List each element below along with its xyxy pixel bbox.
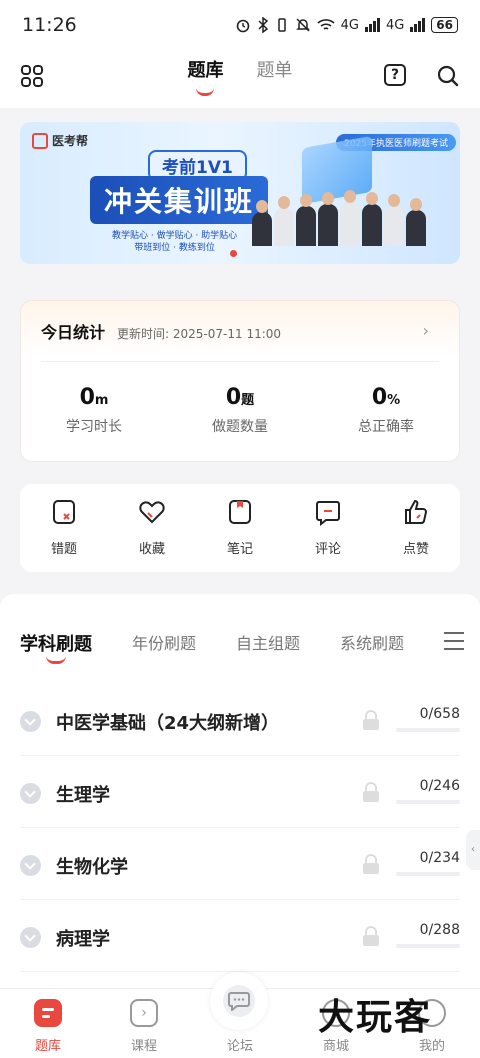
- shortcut-comments[interactable]: 评论: [284, 484, 372, 572]
- network-label-1: 4G: [340, 17, 359, 33]
- active-tab-indicator: [46, 656, 66, 664]
- heart-icon: [139, 501, 165, 524]
- tab-system-practice[interactable]: 系统刷题: [340, 630, 404, 656]
- nav-question-bank[interactable]: 题库: [18, 999, 78, 1054]
- stat-study-time: 0m 学习时长: [66, 385, 122, 435]
- tab-question-bank[interactable]: 题库: [187, 56, 223, 96]
- help-icon[interactable]: ?: [384, 64, 406, 86]
- banner-title: 冲关集训班: [90, 176, 269, 224]
- comment-icon: [316, 501, 340, 527]
- watermark-text: 大玩客: [318, 997, 433, 1038]
- stats-title: 今日统计: [41, 323, 106, 342]
- signal-icon-2: [410, 18, 426, 32]
- stats-header: 今日统计 更新时间: 2025-07-11 11:00: [41, 319, 281, 343]
- lock-icon: [363, 782, 379, 802]
- status-icons: 4G 4G 66: [235, 17, 458, 33]
- list-item[interactable]: 生物化学 0/234: [20, 828, 460, 900]
- tab-custom-practice[interactable]: 自主组题: [236, 630, 300, 656]
- divider: [41, 361, 439, 362]
- shortcut-notes[interactable]: 笔记: [196, 484, 284, 572]
- top-tabs: 题库 题单: [0, 56, 480, 96]
- nav-course[interactable]: › 课程: [114, 999, 174, 1054]
- expand-chevron-icon[interactable]: [20, 711, 41, 732]
- battery-icon: 66: [431, 17, 458, 33]
- expand-chevron-icon[interactable]: [20, 855, 41, 876]
- banner-subtitle: 教学贴心 · 做学贴心 · 助学贴心 带班到位 · 教练到位: [112, 231, 238, 253]
- forum-icon[interactable]: [210, 972, 268, 1030]
- brand-mark-icon: [32, 132, 48, 149]
- signal-icon: [364, 18, 380, 32]
- shortcut-likes[interactable]: 点赞: [372, 484, 460, 572]
- note-icon: [229, 500, 251, 524]
- search-icon[interactable]: [436, 64, 460, 88]
- expand-chevron-icon[interactable]: [20, 783, 41, 804]
- course-icon: ›: [130, 999, 158, 1027]
- status-time: 11:26: [22, 14, 77, 36]
- today-stats-card[interactable]: 今日统计 更新时间: 2025-07-11 11:00 › 0m 学习时长 0题…: [20, 300, 460, 462]
- bluetooth-icon: [258, 17, 268, 33]
- tab-subject-practice[interactable]: 学科刷题: [20, 630, 92, 664]
- progress-bar: [396, 800, 460, 804]
- progress-bar: [396, 944, 460, 948]
- status-bar: 11:26 4G 4G 66: [0, 0, 480, 50]
- side-drawer-handle[interactable]: ‹: [466, 830, 480, 870]
- alarm-icon: [236, 19, 249, 33]
- lock-icon: [363, 926, 379, 946]
- stat-question-count: 0题 做题数量: [212, 385, 268, 435]
- shortcut-wrong-questions[interactable]: 错题: [20, 484, 108, 572]
- promo-banner[interactable]: 医考帮 2025年执医医师刷题考试 考前1V1 冲关集训班 教学贴心 · 做学贴…: [20, 122, 460, 264]
- list-item[interactable]: 中医学基础（24大纲新增） 0/658: [20, 684, 460, 756]
- brand-logo: 医考帮: [32, 132, 88, 149]
- lock-icon: [363, 710, 379, 730]
- network-label-2: 4G: [385, 17, 405, 33]
- tab-question-list[interactable]: 题单: [257, 56, 293, 82]
- stats-updated: 更新时间: 2025-07-11 11:00: [117, 327, 282, 341]
- mute-bell-icon: [295, 18, 310, 32]
- chevron-right-icon[interactable]: ›: [423, 321, 429, 340]
- banner-cube-graphic: [302, 135, 372, 205]
- expand-chevron-icon[interactable]: [20, 927, 41, 948]
- wrong-question-icon: [53, 500, 75, 524]
- shortcut-bar: 错题 收藏 笔记 评论 点赞: [20, 484, 460, 572]
- list-item[interactable]: 生理学 0/246: [20, 756, 460, 828]
- lock-icon: [363, 854, 379, 874]
- question-bank-icon: [34, 999, 62, 1027]
- wifi-icon: [317, 19, 335, 30]
- chat-bubble-icon: [228, 992, 250, 1011]
- hamburger-menu-icon[interactable]: [444, 632, 464, 656]
- subject-list: 中医学基础（24大纲新增） 0/658 生理学 0/246 生物化学 0/234…: [0, 684, 480, 972]
- vibrate-icon: [277, 18, 286, 32]
- stat-accuracy: 0% 总正确率: [358, 385, 414, 435]
- subject-section: 学科刷题 年份刷题 自主组题 系统刷题 中医学基础（24大纲新增） 0/658 …: [0, 594, 480, 988]
- active-tab-indicator: [196, 88, 215, 96]
- shortcut-favorites[interactable]: 收藏: [108, 484, 196, 572]
- progress-bar: [396, 728, 460, 732]
- list-item[interactable]: 病理学 0/288: [20, 900, 460, 972]
- subject-tabs: 学科刷题 年份刷题 自主组题 系统刷题: [20, 630, 404, 664]
- app-header: 题库 题单 ?: [0, 50, 480, 108]
- tab-year-practice[interactable]: 年份刷题: [132, 630, 196, 656]
- banner-teachers-photo: [252, 190, 426, 246]
- progress-bar: [396, 872, 460, 876]
- thumbs-up-icon: [405, 499, 428, 524]
- carousel-indicator: [230, 250, 237, 257]
